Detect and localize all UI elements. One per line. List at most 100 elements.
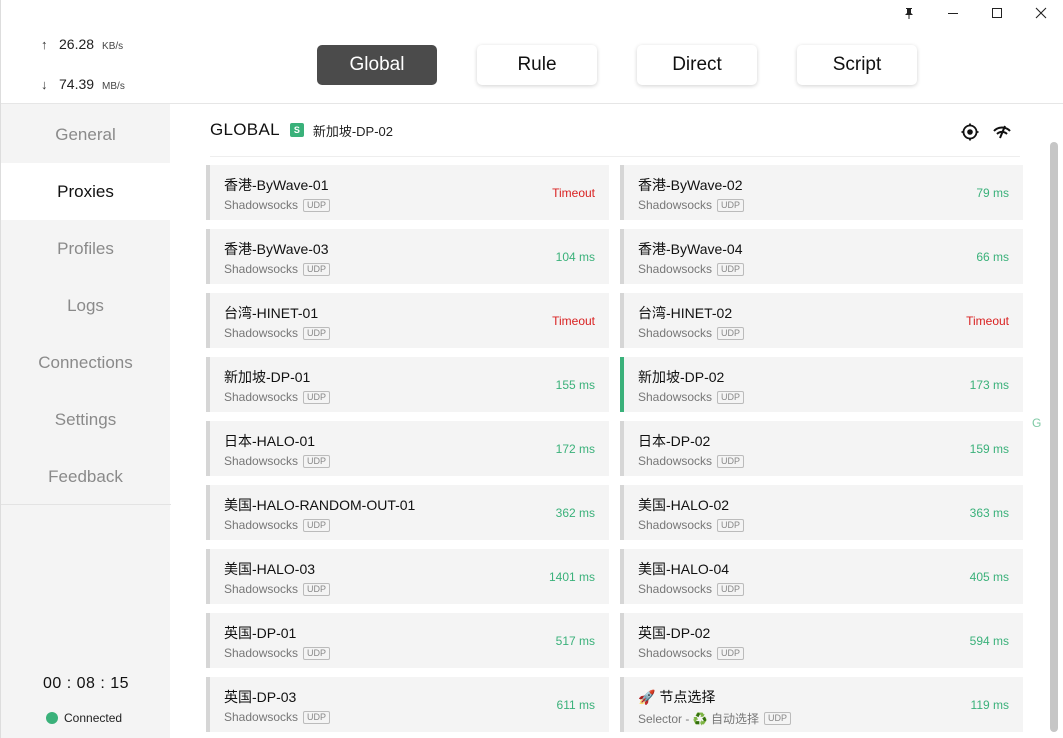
proxy-type: Shadowsocks UDP — [638, 454, 745, 468]
proxy-type: Shadowsocks UDP — [224, 582, 331, 596]
tab-rule[interactable]: Rule — [477, 45, 597, 85]
proxy-card[interactable]: 香港-ByWave-02 Shadowsocks UDP 79 ms — [620, 165, 1023, 220]
proxy-type-label: Shadowsocks — [224, 262, 299, 276]
proxy-card[interactable]: 新加坡-DP-02 Shadowsocks UDP 173 ms — [620, 357, 1023, 412]
proxy-name: 新加坡-DP-01 — [224, 369, 311, 385]
proxy-card[interactable]: 香港-ByWave-03 Shadowsocks UDP 104 ms — [206, 229, 609, 284]
locate-icon[interactable] — [960, 122, 980, 142]
scrollbar-thumb[interactable] — [1050, 142, 1058, 732]
traffic-panel: ↑ 26.28 KB/s ↓ 74.39 MB/s — [1, 0, 170, 104]
maximize-icon — [992, 8, 1002, 18]
udp-badge: UDP — [717, 262, 745, 276]
proxy-card[interactable]: 美国-HALO-RANDOM-OUT-01 Shadowsocks UDP 362 m… — [206, 485, 609, 540]
proxy-type-label: Shadowsocks — [224, 198, 299, 212]
sidebar-item-feedback[interactable]: Feedback — [1, 448, 170, 505]
speed-test-icon[interactable] — [992, 122, 1012, 142]
proxy-card[interactable]: 美国-HALO-04 Shadowsocks UDP 405 ms — [620, 549, 1023, 604]
upload-speed: ↑ 26.28 KB/s — [1, 36, 170, 76]
proxy-type-label: Shadowsocks — [224, 710, 299, 724]
udp-badge: UDP — [303, 326, 331, 340]
proxy-type-label: Shadowsocks — [638, 646, 713, 660]
proxy-delay[interactable]: Timeout — [552, 314, 595, 328]
proxy-name: 英国-DP-02 — [638, 625, 711, 641]
proxy-card[interactable]: 台湾-HINET-01 Shadowsocks UDP Timeout — [206, 293, 609, 348]
sidebar-item-general[interactable]: General — [1, 106, 170, 163]
proxy-delay[interactable]: 172 ms — [556, 442, 595, 456]
proxy-type-label: Shadowsocks — [638, 262, 713, 276]
proxy-delay[interactable]: 405 ms — [970, 570, 1009, 584]
upload-arrow-icon: ↑ — [41, 37, 48, 52]
proxy-type-label: Shadowsocks — [638, 326, 713, 340]
proxy-delay[interactable]: 363 ms — [970, 506, 1009, 520]
proxy-card[interactable]: 英国-DP-01 Shadowsocks UDP 517 ms — [206, 613, 609, 668]
proxy-delay[interactable]: 173 ms — [970, 378, 1009, 392]
group-type-badge: S — [289, 123, 304, 137]
proxy-type: Shadowsocks UDP — [638, 262, 745, 276]
proxy-delay[interactable]: 119 ms — [971, 698, 1009, 712]
proxy-delay[interactable]: Timeout — [552, 186, 595, 200]
group-name: GLOBAL — [210, 120, 280, 139]
window-controls — [887, 0, 1063, 26]
close-icon — [1035, 7, 1047, 19]
proxy-card[interactable]: 美国-HALO-03 Shadowsocks UDP 1401 ms — [206, 549, 609, 604]
minimize-button[interactable] — [931, 0, 975, 26]
proxy-type-label: Shadowsocks — [224, 326, 299, 340]
proxy-delay[interactable]: 594 ms — [970, 634, 1009, 648]
proxy-card[interactable]: 🚀 节点选择 Selector - ♻️ 自动选择 UDP 119 ms — [620, 677, 1023, 732]
download-value: 74.39 — [59, 76, 95, 92]
proxy-type: Shadowsocks UDP — [224, 710, 331, 724]
proxy-delay[interactable]: 159 ms — [970, 442, 1009, 456]
proxy-delay[interactable]: 517 ms — [556, 634, 595, 648]
proxy-delay[interactable]: 66 ms — [976, 250, 1009, 264]
proxy-type: Shadowsocks UDP — [224, 646, 331, 660]
proxy-delay[interactable]: 362 ms — [556, 506, 595, 520]
proxy-card[interactable]: 香港-ByWave-01 Shadowsocks UDP Timeout — [206, 165, 609, 220]
proxy-type: Shadowsocks UDP — [224, 518, 331, 532]
proxy-type: Shadowsocks UDP — [638, 646, 745, 660]
proxy-type: Shadowsocks UDP — [224, 262, 331, 276]
sidebar-item-settings[interactable]: Settings — [1, 391, 170, 448]
sidebar-item-logs[interactable]: Logs — [1, 277, 170, 334]
udp-badge: UDP — [717, 582, 745, 596]
proxy-card[interactable]: 新加坡-DP-01 Shadowsocks UDP 155 ms — [206, 357, 609, 412]
close-button[interactable] — [1019, 0, 1063, 26]
proxy-type: Shadowsocks UDP — [224, 198, 331, 212]
proxy-name: 美国-HALO-03 — [224, 561, 316, 577]
udp-badge: UDP — [303, 262, 331, 276]
proxy-delay[interactable]: 104 ms — [556, 250, 595, 264]
proxy-delay[interactable]: 155 ms — [556, 378, 595, 392]
tab-direct[interactable]: Direct — [637, 45, 757, 85]
proxy-card[interactable]: 美国-HALO-02 Shadowsocks UDP 363 ms — [620, 485, 1023, 540]
maximize-button[interactable] — [975, 0, 1019, 26]
pin-button[interactable] — [887, 0, 931, 26]
proxy-card[interactable]: 香港-ByWave-04 Shadowsocks UDP 66 ms — [620, 229, 1023, 284]
proxy-type: Shadowsocks UDP — [638, 390, 745, 404]
proxy-delay[interactable]: 1401 ms — [549, 570, 595, 584]
tab-global[interactable]: Global — [317, 45, 437, 85]
group-actions — [960, 122, 1012, 142]
proxy-type: Shadowsocks UDP — [638, 326, 745, 340]
proxy-name: 美国-HALO-RANDOM-OUT-01 — [224, 497, 416, 513]
proxy-name: 英国-DP-03 — [224, 689, 297, 705]
proxy-card[interactable]: 日本-HALO-01 Shadowsocks UDP 172 ms — [206, 421, 609, 476]
proxy-card[interactable]: 英国-DP-02 Shadowsocks UDP 594 ms — [620, 613, 1023, 668]
proxy-card[interactable]: 英国-DP-03 Shadowsocks UDP 611 ms — [206, 677, 609, 732]
proxy-type-label: Shadowsocks — [638, 518, 713, 532]
connection-status: Connected — [46, 711, 122, 725]
proxy-delay[interactable]: 611 ms — [557, 698, 595, 712]
proxy-name: 新加坡-DP-02 — [638, 369, 725, 385]
udp-badge: UDP — [717, 390, 745, 404]
sidebar-item-profiles[interactable]: Profiles — [1, 220, 170, 277]
proxy-card[interactable]: 日本-DP-02 Shadowsocks UDP 159 ms — [620, 421, 1023, 476]
tab-script[interactable]: Script — [797, 45, 917, 85]
udp-badge: UDP — [303, 582, 331, 596]
proxy-name: 香港-ByWave-03 — [224, 241, 329, 257]
proxy-card[interactable]: 台湾-HINET-02 Shadowsocks UDP Timeout — [620, 293, 1023, 348]
proxy-delay[interactable]: Timeout — [966, 314, 1009, 328]
proxy-name: 美国-HALO-04 — [638, 561, 730, 577]
proxy-delay[interactable]: 79 ms — [976, 186, 1009, 200]
sidebar-nav: General Proxies Profiles Logs Connections Set… — [1, 104, 170, 505]
sidebar-item-connections[interactable]: Connections — [1, 334, 170, 391]
proxy-type: Shadowsocks UDP — [224, 390, 331, 404]
sidebar-item-proxies[interactable]: Proxies — [1, 163, 170, 220]
